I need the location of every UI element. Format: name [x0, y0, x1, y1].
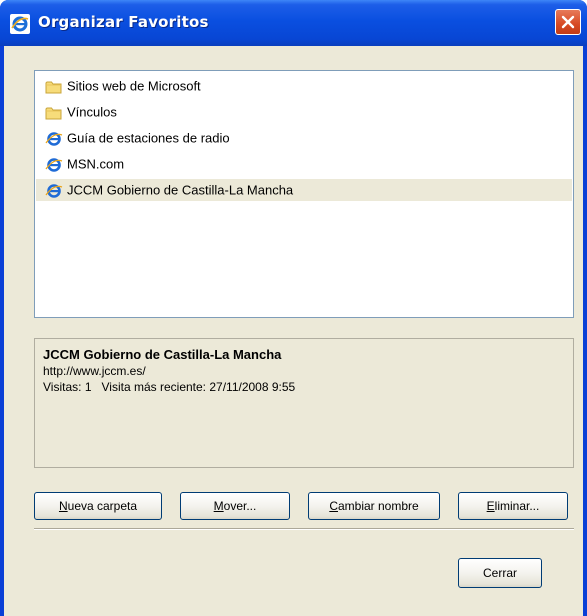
favorites-item-label: JCCM Gobierno de Castilla-La Mancha: [67, 182, 294, 198]
folder-icon: [45, 81, 62, 94]
ie-page-icon: [45, 131, 63, 146]
rename-accel: C: [329, 499, 338, 513]
ie-page-icon: [45, 157, 63, 172]
favorites-item-jccm[interactable]: JCCM Gobierno de Castilla-La Mancha: [36, 179, 572, 201]
favorites-list[interactable]: Sitios web de Microsoft Vínculos Guía de…: [34, 70, 574, 318]
recent-visit-value: 27/11/2008 9:55: [209, 380, 296, 394]
favorites-item-label: Sitios web de Microsoft: [67, 78, 201, 94]
delete-button[interactable]: Eliminar...: [458, 492, 568, 520]
favorites-item-folder-microsoft[interactable]: Sitios web de Microsoft: [45, 75, 201, 97]
delete-label: liminar...: [494, 499, 540, 513]
title-bar[interactable]: Organizar Favoritos: [0, 0, 587, 46]
dialog-client-area: Sitios web de Microsoft Vínculos Guía de…: [4, 46, 583, 616]
internet-explorer-icon: [10, 14, 30, 34]
favorites-item-folder-links[interactable]: Vínculos: [45, 101, 117, 123]
move-label: over...: [223, 499, 257, 513]
new-folder-label: ueva carpeta: [67, 499, 138, 513]
close-button[interactable]: Cerrar: [458, 558, 542, 588]
organize-favorites-window: Organizar Favoritos Sitios web de Micros…: [0, 0, 587, 616]
divider-highlight: [34, 529, 574, 530]
recent-visit-label: Visita más reciente:: [101, 380, 207, 394]
favorites-item-label: MSN.com: [67, 156, 125, 172]
favorites-item-label: Vínculos: [67, 104, 117, 120]
visits-label: Visitas:: [43, 380, 82, 394]
favorite-details-panel: JCCM Gobierno de Castilla-La Mancha http…: [34, 338, 574, 468]
new-folder-button[interactable]: Nueva carpeta: [34, 492, 162, 520]
delete-accel: E: [486, 499, 495, 513]
new-folder-accel: N: [58, 499, 68, 513]
favorites-item-radio-guide[interactable]: Guía de estaciones de radio: [45, 127, 230, 149]
close-icon: [561, 15, 575, 29]
move-accel: M: [213, 499, 224, 513]
favorites-item-label: Guía de estaciones de radio: [67, 130, 230, 146]
move-button[interactable]: Mover...: [180, 492, 290, 520]
rename-button[interactable]: Cambiar nombre: [308, 492, 440, 520]
favorites-item-msn[interactable]: MSN.com: [45, 153, 124, 175]
ie-page-icon: [45, 183, 63, 198]
visits-value: 1: [84, 380, 92, 394]
close-window-button[interactable]: [555, 9, 581, 35]
rename-label: ambiar nombre: [337, 499, 419, 513]
details-stats: Visitas: 1 Visita más reciente: 27/11/20…: [43, 380, 295, 394]
details-title: JCCM Gobierno de Castilla-La Mancha: [43, 347, 282, 362]
details-url: http://www.jccm.es/: [43, 364, 146, 378]
window-title: Organizar Favoritos: [38, 13, 209, 31]
folder-icon: [45, 107, 62, 120]
